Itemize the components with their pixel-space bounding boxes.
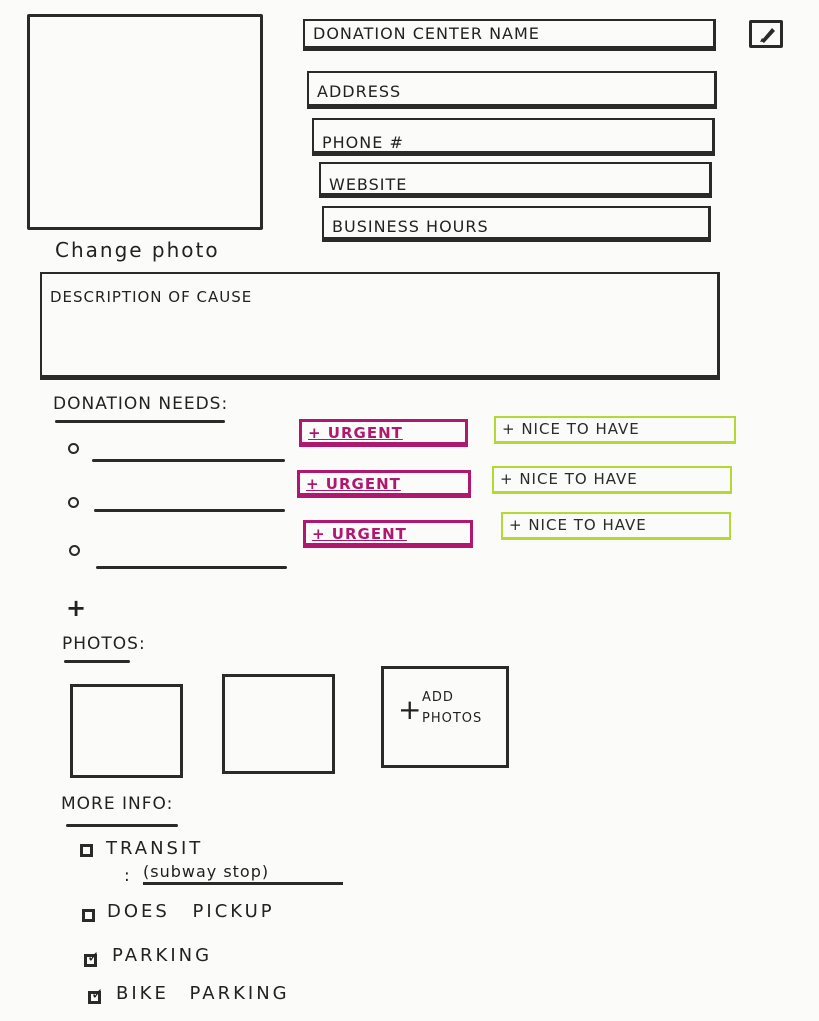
heading-underline — [66, 824, 178, 827]
photo-thumbnail-2[interactable] — [222, 674, 335, 774]
change-photo-link[interactable]: Change photo — [55, 238, 220, 262]
need-input-1[interactable] — [92, 459, 285, 462]
profile-photo-placeholder[interactable] — [27, 14, 263, 230]
heading-underline — [55, 420, 225, 423]
nice-to-have-button-1[interactable]: + NICE TO HAVE — [494, 416, 736, 444]
address-field[interactable]: ADDRESS — [307, 71, 717, 109]
does-pickup-label: DOES PICKUP — [107, 901, 275, 922]
description-field[interactable]: DESCRIPTION OF CAUSE — [40, 272, 720, 380]
checkmark-icon: ✓ — [87, 948, 100, 966]
heading-underline — [64, 660, 130, 663]
business-hours-field[interactable]: BUSINESS HOURS — [322, 206, 711, 242]
urgent-button-1[interactable]: + URGENT — [299, 419, 468, 447]
donation-needs-heading: DONATION NEEDS: — [53, 394, 229, 414]
transit-checkbox[interactable] — [80, 844, 93, 857]
need-input-2[interactable] — [94, 509, 285, 512]
need-bullet — [69, 545, 80, 556]
need-bullet — [68, 497, 79, 508]
add-photos-plus: + — [398, 693, 422, 726]
add-need-button[interactable]: + — [66, 594, 86, 622]
edit-button[interactable] — [749, 20, 783, 48]
does-pickup-checkbox[interactable] — [82, 909, 95, 922]
phone-field[interactable]: PHONE # — [312, 118, 715, 156]
transit-label: TRANSIT — [106, 838, 204, 859]
add-photos-button[interactable]: + ADD PHOTOS — [381, 666, 509, 768]
more-info-heading: MORE INFO: — [61, 794, 174, 814]
donation-center-name-field[interactable]: DONATION CENTER NAME — [303, 19, 716, 51]
parking-checkbox[interactable]: ✓ — [84, 948, 100, 967]
nice-to-have-button-2[interactable]: + NICE TO HAVE — [492, 466, 732, 494]
nice-to-have-button-3[interactable]: + NICE TO HAVE — [501, 512, 731, 540]
transit-prefix: : — [124, 866, 130, 886]
parking-label: PARKING — [112, 945, 213, 966]
urgent-button-3[interactable]: + URGENT — [303, 520, 473, 548]
website-field[interactable]: WEBSITE — [319, 162, 712, 198]
bike-parking-checkbox[interactable]: ✓ — [88, 985, 104, 1004]
bike-parking-label: BIKE PARKING — [116, 983, 290, 1004]
transit-note-input[interactable]: (subway stop) — [143, 862, 343, 885]
add-photos-label: ADD PHOTOS — [422, 690, 483, 726]
pencil-icon — [760, 28, 775, 43]
urgent-button-2[interactable]: + URGENT — [297, 470, 471, 498]
need-bullet — [68, 443, 79, 454]
need-input-3[interactable] — [96, 566, 287, 569]
photo-thumbnail-1[interactable] — [70, 684, 183, 778]
photos-heading: PHOTOS: — [62, 634, 146, 654]
checkmark-icon: ✓ — [91, 985, 104, 1003]
